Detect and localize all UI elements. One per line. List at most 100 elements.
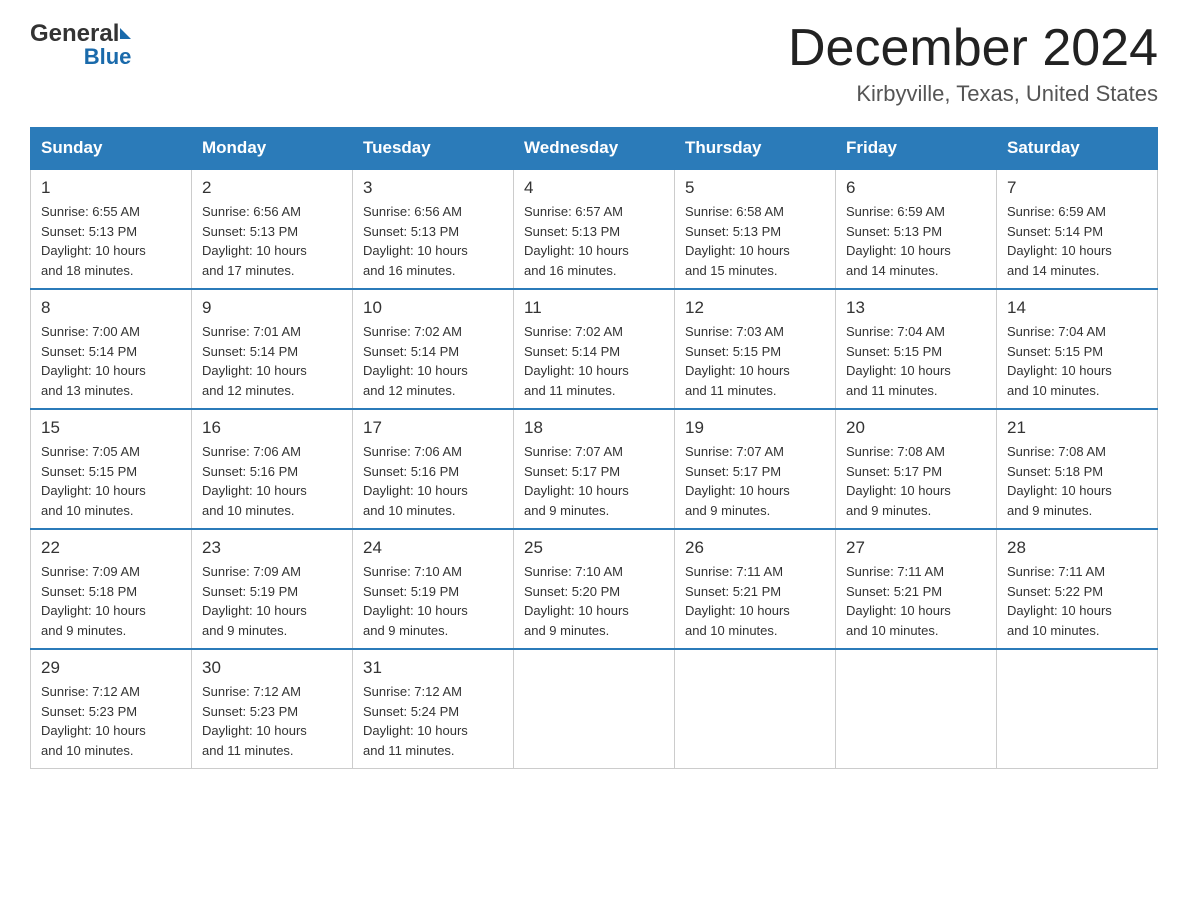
day-info: Sunrise: 6:55 AMSunset: 5:13 PMDaylight:… [41, 204, 146, 278]
day-info: Sunrise: 7:12 AMSunset: 5:24 PMDaylight:… [363, 684, 468, 758]
calendar-cell: 4 Sunrise: 6:57 AMSunset: 5:13 PMDayligh… [514, 169, 675, 289]
calendar-cell: 9 Sunrise: 7:01 AMSunset: 5:14 PMDayligh… [192, 289, 353, 409]
day-info: Sunrise: 7:11 AMSunset: 5:22 PMDaylight:… [1007, 564, 1112, 638]
day-number: 14 [1007, 298, 1147, 318]
calendar-cell: 10 Sunrise: 7:02 AMSunset: 5:14 PMDaylig… [353, 289, 514, 409]
day-number: 26 [685, 538, 825, 558]
day-info: Sunrise: 7:09 AMSunset: 5:18 PMDaylight:… [41, 564, 146, 638]
calendar-cell: 8 Sunrise: 7:00 AMSunset: 5:14 PMDayligh… [31, 289, 192, 409]
day-number: 21 [1007, 418, 1147, 438]
calendar-cell: 2 Sunrise: 6:56 AMSunset: 5:13 PMDayligh… [192, 169, 353, 289]
month-title: December 2024 [788, 20, 1158, 77]
day-info: Sunrise: 7:04 AMSunset: 5:15 PMDaylight:… [1007, 324, 1112, 398]
calendar-week-row: 8 Sunrise: 7:00 AMSunset: 5:14 PMDayligh… [31, 289, 1158, 409]
calendar-week-row: 1 Sunrise: 6:55 AMSunset: 5:13 PMDayligh… [31, 169, 1158, 289]
calendar-cell: 26 Sunrise: 7:11 AMSunset: 5:21 PMDaylig… [675, 529, 836, 649]
day-info: Sunrise: 7:09 AMSunset: 5:19 PMDaylight:… [202, 564, 307, 638]
day-number: 10 [363, 298, 503, 318]
calendar-cell: 22 Sunrise: 7:09 AMSunset: 5:18 PMDaylig… [31, 529, 192, 649]
calendar-body: 1 Sunrise: 6:55 AMSunset: 5:13 PMDayligh… [31, 169, 1158, 769]
calendar-cell: 11 Sunrise: 7:02 AMSunset: 5:14 PMDaylig… [514, 289, 675, 409]
day-info: Sunrise: 7:07 AMSunset: 5:17 PMDaylight:… [685, 444, 790, 518]
day-info: Sunrise: 6:58 AMSunset: 5:13 PMDaylight:… [685, 204, 790, 278]
day-number: 2 [202, 178, 342, 198]
day-info: Sunrise: 7:08 AMSunset: 5:17 PMDaylight:… [846, 444, 951, 518]
page-header: General Blue December 2024 Kirbyville, T… [30, 20, 1158, 107]
day-info: Sunrise: 7:12 AMSunset: 5:23 PMDaylight:… [41, 684, 146, 758]
day-info: Sunrise: 7:06 AMSunset: 5:16 PMDaylight:… [202, 444, 307, 518]
calendar-cell: 5 Sunrise: 6:58 AMSunset: 5:13 PMDayligh… [675, 169, 836, 289]
logo: General Blue [30, 20, 131, 70]
column-header-tuesday: Tuesday [353, 128, 514, 170]
day-number: 30 [202, 658, 342, 678]
column-header-thursday: Thursday [675, 128, 836, 170]
day-number: 1 [41, 178, 181, 198]
calendar-table: SundayMondayTuesdayWednesdayThursdayFrid… [30, 127, 1158, 769]
location-title: Kirbyville, Texas, United States [788, 81, 1158, 107]
calendar-cell: 16 Sunrise: 7:06 AMSunset: 5:16 PMDaylig… [192, 409, 353, 529]
day-number: 6 [846, 178, 986, 198]
day-info: Sunrise: 7:06 AMSunset: 5:16 PMDaylight:… [363, 444, 468, 518]
day-info: Sunrise: 7:12 AMSunset: 5:23 PMDaylight:… [202, 684, 307, 758]
day-info: Sunrise: 7:03 AMSunset: 5:15 PMDaylight:… [685, 324, 790, 398]
calendar-cell: 25 Sunrise: 7:10 AMSunset: 5:20 PMDaylig… [514, 529, 675, 649]
day-number: 25 [524, 538, 664, 558]
day-info: Sunrise: 6:56 AMSunset: 5:13 PMDaylight:… [363, 204, 468, 278]
day-number: 16 [202, 418, 342, 438]
logo-blue-text: Blue [30, 44, 131, 70]
calendar-cell: 3 Sunrise: 6:56 AMSunset: 5:13 PMDayligh… [353, 169, 514, 289]
calendar-cell: 14 Sunrise: 7:04 AMSunset: 5:15 PMDaylig… [997, 289, 1158, 409]
day-number: 5 [685, 178, 825, 198]
title-block: December 2024 Kirbyville, Texas, United … [788, 20, 1158, 107]
day-info: Sunrise: 6:57 AMSunset: 5:13 PMDaylight:… [524, 204, 629, 278]
day-info: Sunrise: 7:07 AMSunset: 5:17 PMDaylight:… [524, 444, 629, 518]
calendar-cell: 21 Sunrise: 7:08 AMSunset: 5:18 PMDaylig… [997, 409, 1158, 529]
day-number: 31 [363, 658, 503, 678]
calendar-week-row: 22 Sunrise: 7:09 AMSunset: 5:18 PMDaylig… [31, 529, 1158, 649]
day-info: Sunrise: 7:05 AMSunset: 5:15 PMDaylight:… [41, 444, 146, 518]
calendar-cell: 1 Sunrise: 6:55 AMSunset: 5:13 PMDayligh… [31, 169, 192, 289]
day-info: Sunrise: 7:08 AMSunset: 5:18 PMDaylight:… [1007, 444, 1112, 518]
day-info: Sunrise: 6:59 AMSunset: 5:13 PMDaylight:… [846, 204, 951, 278]
day-number: 15 [41, 418, 181, 438]
day-number: 29 [41, 658, 181, 678]
day-number: 23 [202, 538, 342, 558]
column-header-friday: Friday [836, 128, 997, 170]
calendar-cell: 12 Sunrise: 7:03 AMSunset: 5:15 PMDaylig… [675, 289, 836, 409]
day-number: 24 [363, 538, 503, 558]
calendar-cell [836, 649, 997, 769]
day-number: 7 [1007, 178, 1147, 198]
calendar-cell: 19 Sunrise: 7:07 AMSunset: 5:17 PMDaylig… [675, 409, 836, 529]
day-number: 22 [41, 538, 181, 558]
day-info: Sunrise: 7:00 AMSunset: 5:14 PMDaylight:… [41, 324, 146, 398]
day-info: Sunrise: 7:10 AMSunset: 5:20 PMDaylight:… [524, 564, 629, 638]
day-info: Sunrise: 7:11 AMSunset: 5:21 PMDaylight:… [685, 564, 790, 638]
day-number: 12 [685, 298, 825, 318]
day-number: 28 [1007, 538, 1147, 558]
day-number: 3 [363, 178, 503, 198]
day-number: 20 [846, 418, 986, 438]
day-number: 11 [524, 298, 664, 318]
column-header-wednesday: Wednesday [514, 128, 675, 170]
column-header-monday: Monday [192, 128, 353, 170]
day-number: 13 [846, 298, 986, 318]
calendar-cell: 31 Sunrise: 7:12 AMSunset: 5:24 PMDaylig… [353, 649, 514, 769]
day-info: Sunrise: 7:10 AMSunset: 5:19 PMDaylight:… [363, 564, 468, 638]
day-info: Sunrise: 7:01 AMSunset: 5:14 PMDaylight:… [202, 324, 307, 398]
column-header-saturday: Saturday [997, 128, 1158, 170]
day-info: Sunrise: 7:04 AMSunset: 5:15 PMDaylight:… [846, 324, 951, 398]
logo-triangle-icon [120, 28, 131, 39]
day-number: 19 [685, 418, 825, 438]
calendar-cell: 6 Sunrise: 6:59 AMSunset: 5:13 PMDayligh… [836, 169, 997, 289]
calendar-cell: 29 Sunrise: 7:12 AMSunset: 5:23 PMDaylig… [31, 649, 192, 769]
calendar-cell: 15 Sunrise: 7:05 AMSunset: 5:15 PMDaylig… [31, 409, 192, 529]
calendar-week-row: 15 Sunrise: 7:05 AMSunset: 5:15 PMDaylig… [31, 409, 1158, 529]
day-info: Sunrise: 7:02 AMSunset: 5:14 PMDaylight:… [524, 324, 629, 398]
calendar-cell: 28 Sunrise: 7:11 AMSunset: 5:22 PMDaylig… [997, 529, 1158, 649]
calendar-cell: 18 Sunrise: 7:07 AMSunset: 5:17 PMDaylig… [514, 409, 675, 529]
day-number: 8 [41, 298, 181, 318]
calendar-cell: 20 Sunrise: 7:08 AMSunset: 5:17 PMDaylig… [836, 409, 997, 529]
calendar-cell: 27 Sunrise: 7:11 AMSunset: 5:21 PMDaylig… [836, 529, 997, 649]
calendar-cell: 23 Sunrise: 7:09 AMSunset: 5:19 PMDaylig… [192, 529, 353, 649]
day-info: Sunrise: 6:59 AMSunset: 5:14 PMDaylight:… [1007, 204, 1112, 278]
